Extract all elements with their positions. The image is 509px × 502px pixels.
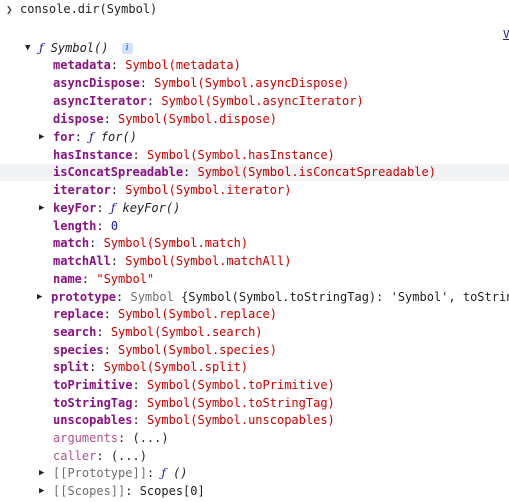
root-function-name: Symbol() [50, 41, 109, 55]
property-row[interactable]: metadata: Symbol(metadata) [0, 57, 509, 74]
property-row[interactable]: match: Symbol(Symbol.match) [0, 235, 509, 252]
expand-arrow-icon[interactable]: ▶ [39, 129, 44, 146]
property-row[interactable]: asyncIterator: Symbol(Symbol.asyncIterat… [0, 93, 509, 110]
invoke-getter-button[interactable]: (...) [111, 449, 147, 463]
property-key: toStringTag [53, 396, 133, 410]
property-key: toPrimitive [53, 378, 133, 392]
property-row[interactable]: asyncDispose: Symbol(Symbol.asyncDispose… [0, 75, 509, 92]
property-value: Symbol(Symbol.species) [118, 343, 277, 357]
property-key: for [53, 130, 75, 144]
property-value: Symbol(Symbol.hasInstance) [146, 148, 335, 162]
property-key: hasInstance [53, 148, 133, 162]
property-value: Symbol(Symbol.matchAll) [125, 254, 292, 268]
property-value: Symbol(Symbol.split) [103, 360, 249, 374]
property-key: keyFor [53, 201, 97, 215]
property-row-hovered[interactable]: isConcatSpreadable: Symbol(Symbol.isConc… [0, 164, 509, 181]
property-row-expandable[interactable]: ▶ prototype: Symbol {Symbol(Symbol.toStr… [0, 289, 509, 306]
property-value: Symbol(metadata) [125, 58, 241, 72]
property-key: replace [53, 307, 104, 321]
expand-arrow-icon[interactable]: ▶ [39, 483, 44, 500]
property-key: metadata [53, 58, 111, 72]
property-row[interactable]: species: Symbol(Symbol.species) [0, 342, 509, 359]
property-value: Symbol(Symbol.dispose) [118, 112, 277, 126]
property-key: [[Scopes]] [53, 484, 126, 498]
invoke-getter-button[interactable]: (...) [132, 431, 168, 445]
property-row-accessor[interactable]: arguments: (...) [0, 430, 509, 447]
property-key: dispose [53, 112, 104, 126]
property-key: search [53, 325, 97, 339]
property-row[interactable]: matchAll: Symbol(Symbol.matchAll) [0, 253, 509, 270]
property-key: match [53, 236, 90, 250]
property-value: keyFor() [122, 201, 181, 215]
prototype-class-name: Symbol [130, 290, 174, 304]
property-value: {Symbol(Symbol.toStringTag): 'Symbol', t… [181, 290, 509, 304]
function-f-icon: ƒ [39, 41, 44, 55]
property-key: split [53, 360, 90, 374]
function-f-icon: ƒ [89, 130, 94, 144]
property-key: length [53, 219, 97, 233]
root-object-label[interactable]: ƒ Symbol() i [39, 40, 133, 57]
property-row-expandable[interactable]: ▶ [[Prototype]]: ƒ () [0, 465, 509, 482]
property-key: prototype [51, 290, 117, 304]
property-row[interactable]: toPrimitive: Symbol(Symbol.toPrimitive) [0, 377, 509, 394]
property-row[interactable]: unscopables: Symbol(Symbol.unscopables) [0, 412, 509, 429]
property-key: unscopables [53, 413, 133, 427]
property-key: isConcatSpreadable [53, 165, 184, 179]
property-row-expandable[interactable]: ▶ for: ƒ for() [0, 129, 509, 146]
property-row[interactable]: length: 0 [0, 218, 509, 235]
property-row[interactable]: iterator: Symbol(Symbol.iterator) [0, 182, 509, 199]
root-object-row[interactable]: ▼ ƒ Symbol() i [0, 40, 509, 57]
property-row[interactable]: hasInstance: Symbol(Symbol.hasInstance) [0, 147, 509, 164]
expand-arrow-icon[interactable]: ▶ [39, 465, 44, 482]
property-row-accessor[interactable]: caller: (...) [0, 448, 509, 465]
prompt-chevron-icon: ❯ [6, 3, 13, 16]
console-input-text[interactable]: console.dir(Symbol) [20, 1, 157, 18]
property-value: Symbol(Symbol.match) [103, 236, 249, 250]
property-value: Symbol(Symbol.toPrimitive) [146, 378, 335, 392]
function-f-icon: ƒ [161, 466, 166, 480]
property-key: matchAll [53, 254, 111, 268]
property-value: "Symbol" [96, 272, 155, 286]
property-value: Symbol(Symbol.iterator) [125, 183, 292, 197]
property-row[interactable]: dispose: Symbol(Symbol.dispose) [0, 111, 509, 128]
property-key: [[Prototype]] [53, 466, 147, 480]
property-value: Symbol(Symbol.asyncDispose) [154, 76, 350, 90]
expand-arrow-icon[interactable]: ▶ [37, 289, 42, 306]
property-key: iterator [53, 183, 111, 197]
property-value: () [173, 466, 188, 480]
function-f-icon: ƒ [110, 201, 116, 215]
property-row-expandable[interactable]: ▶ keyFor: ƒ keyFor() [0, 200, 509, 217]
property-value: Symbol(Symbol.unscopables) [146, 413, 335, 427]
property-row[interactable]: name: "Symbol" [0, 271, 509, 288]
property-key: name [53, 272, 82, 286]
property-value: Symbol(Symbol.replace) [118, 307, 277, 321]
property-row[interactable]: replace: Symbol(Symbol.replace) [0, 306, 509, 323]
property-value: Symbol(Symbol.toStringTag) [146, 396, 335, 410]
property-value: Scopes[0] [139, 484, 205, 498]
property-row[interactable]: search: Symbol(Symbol.search) [0, 324, 509, 341]
property-value: Symbol(Symbol.search) [110, 325, 263, 339]
property-value: for() [100, 130, 137, 144]
property-value: Symbol(Symbol.isConcatSpreadable) [197, 165, 436, 179]
info-icon[interactable]: i [121, 43, 133, 54]
property-key: asyncDispose [53, 76, 140, 90]
property-row[interactable]: split: Symbol(Symbol.split) [0, 359, 509, 376]
property-key: species [53, 343, 104, 357]
expand-arrow-icon[interactable]: ▼ [25, 40, 30, 57]
expand-arrow-icon[interactable]: ▶ [39, 200, 44, 217]
console-input-line: ❯ console.dir(Symbol) [0, 1, 509, 18]
property-key: arguments [53, 431, 119, 445]
property-key: asyncIterator [53, 94, 147, 108]
property-value: 0 [110, 219, 119, 233]
property-row-expandable[interactable]: ▶ [[Scopes]]: Scopes[0] [0, 483, 509, 500]
property-key: caller [53, 449, 97, 463]
property-value: Symbol(Symbol.asyncIterator) [161, 94, 364, 108]
property-row[interactable]: toStringTag: Symbol(Symbol.toStringTag) [0, 395, 509, 412]
